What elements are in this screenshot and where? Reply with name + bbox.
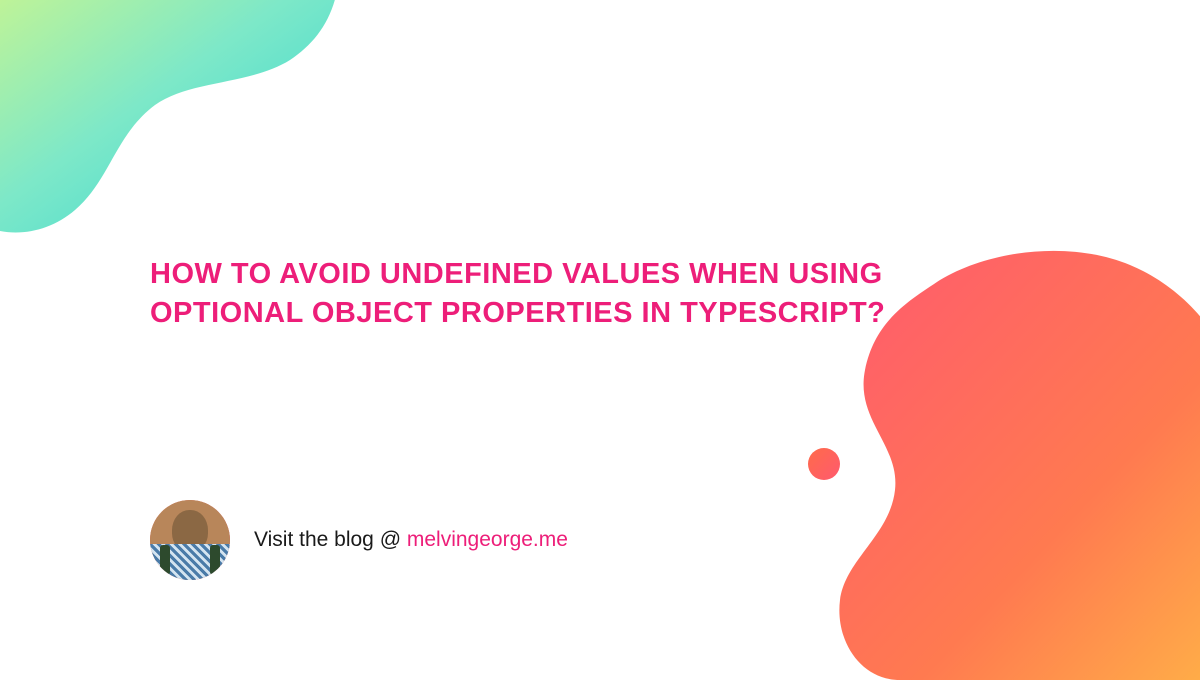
blog-link[interactable]: melvingeorge.me (407, 528, 568, 551)
decorative-blob-top-left (0, 0, 360, 260)
footer: Visit the blog @ melvingeorge.me (150, 500, 568, 580)
visit-prefix: Visit the blog @ (254, 528, 407, 551)
author-avatar (150, 500, 230, 580)
article-title: HOW TO AVOID UNDEFINED VALUES WHEN USING… (150, 255, 900, 333)
decorative-dot (808, 448, 840, 480)
visit-blog-text: Visit the blog @ melvingeorge.me (254, 528, 568, 552)
